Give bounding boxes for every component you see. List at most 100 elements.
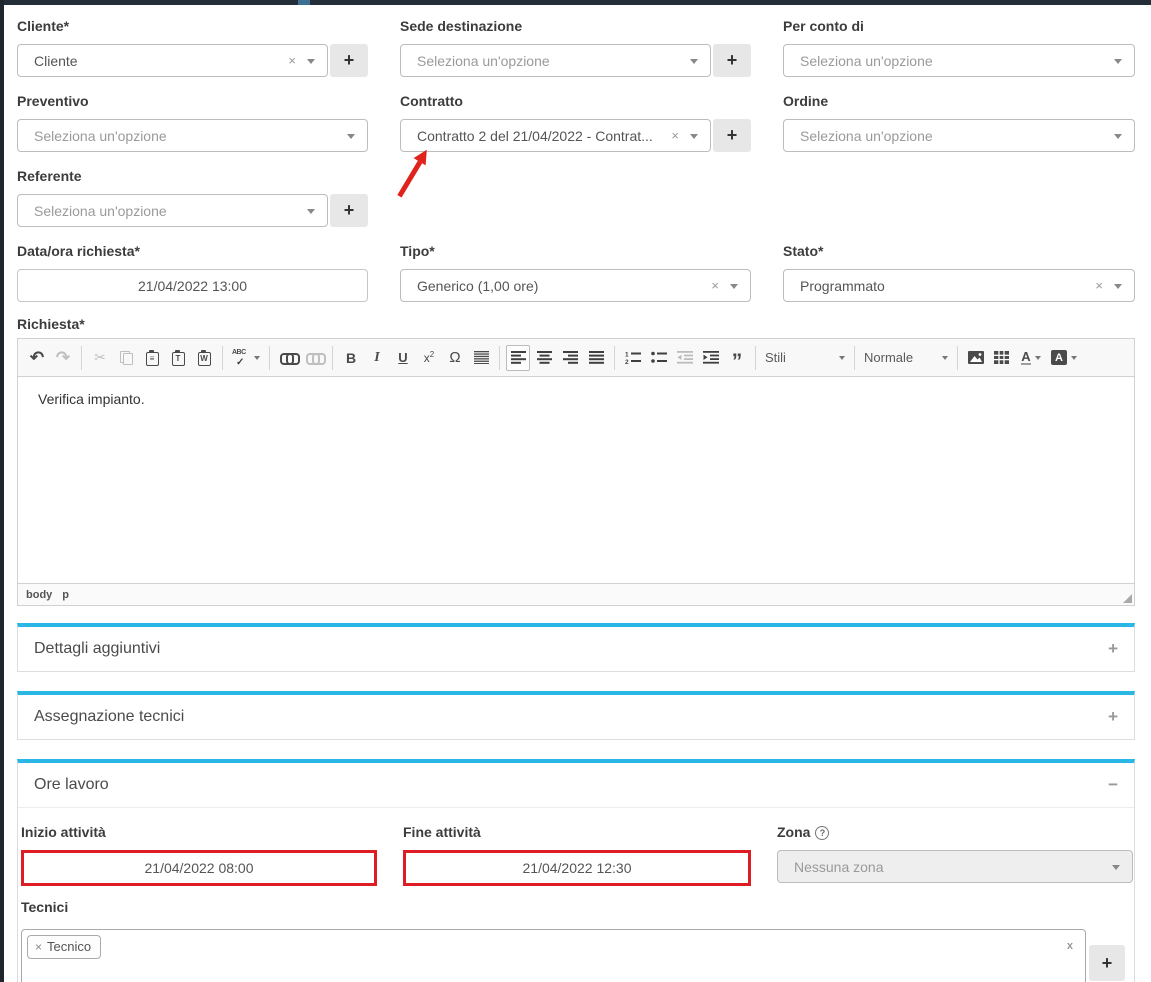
- tag-remove-icon[interactable]: ×: [35, 940, 42, 954]
- tipo-clear-icon[interactable]: ×: [711, 278, 719, 293]
- redo-button[interactable]: ↷: [51, 345, 75, 371]
- cut-button[interactable]: ✂: [88, 345, 112, 371]
- tecnici-multiselect[interactable]: × Tecnico x: [21, 929, 1086, 982]
- contratto-caret-icon[interactable]: [690, 134, 698, 139]
- paragraph-format-dropdown[interactable]: Normale: [860, 345, 952, 371]
- editor-resize-handle[interactable]: [1123, 594, 1132, 603]
- preventivo-caret-icon[interactable]: [347, 134, 355, 139]
- bold-button[interactable]: B: [339, 345, 363, 371]
- bullet-list-button[interactable]: [647, 345, 671, 371]
- referente-select[interactable]: Seleziona un'opzione: [17, 194, 328, 227]
- zona-value: Nessuna zona: [794, 859, 884, 875]
- copy-button[interactable]: [114, 345, 138, 371]
- align-center-button[interactable]: [532, 345, 556, 371]
- italic-button[interactable]: I: [365, 345, 389, 371]
- ore-lavoro-header[interactable]: Ore lavoro −: [18, 763, 1134, 807]
- sede-add-button[interactable]: +: [713, 44, 751, 77]
- chevron-down-icon: [254, 356, 260, 360]
- per-conto-di-select[interactable]: Seleziona un'opzione: [783, 44, 1135, 77]
- paste-plain-text-button[interactable]: T: [166, 345, 190, 371]
- dettagli-aggiuntivi-header[interactable]: Dettagli aggiuntivi +: [18, 627, 1134, 671]
- underline-button[interactable]: U: [391, 345, 415, 371]
- styles-dropdown-label: Stili: [765, 350, 786, 365]
- inizio-attivita-input[interactable]: 21/04/2022 08:00: [21, 850, 377, 886]
- data-ora-input[interactable]: 21/04/2022 13:00: [17, 269, 368, 302]
- cliente-select[interactable]: Cliente ×: [17, 44, 328, 77]
- insert-table-button[interactable]: [990, 345, 1014, 371]
- align-left-icon: [511, 351, 526, 364]
- assegnazione-tecnici-header[interactable]: Assegnazione tecnici +: [18, 695, 1134, 739]
- collapse-icon[interactable]: −: [1108, 775, 1118, 795]
- tipo-caret-icon[interactable]: [730, 284, 738, 289]
- zona-select[interactable]: Nessuna zona: [777, 850, 1133, 883]
- contratto-clear-icon[interactable]: ×: [671, 128, 679, 143]
- align-left-button[interactable]: [506, 345, 530, 371]
- plus-icon: +: [344, 50, 355, 70]
- per-conto-di-caret-icon[interactable]: [1114, 59, 1122, 64]
- ore-lavoro-body: Inizio attività 21/04/2022 08:00 Fine at…: [18, 808, 1134, 982]
- align-justify-button[interactable]: [584, 345, 608, 371]
- link-button[interactable]: [276, 345, 300, 371]
- insert-image-button[interactable]: [964, 345, 988, 371]
- link-icon: [280, 353, 297, 362]
- increase-indent-button[interactable]: [699, 345, 723, 371]
- undo-button[interactable]: ↶: [25, 345, 49, 371]
- stato-caret-icon[interactable]: [1114, 284, 1122, 289]
- stato-clear-icon[interactable]: ×: [1095, 278, 1103, 293]
- ordine-placeholder: Seleziona un'opzione: [800, 128, 933, 144]
- referente-caret-icon[interactable]: [307, 209, 315, 214]
- background-color-button[interactable]: A: [1048, 345, 1080, 371]
- superscript-button[interactable]: x2: [417, 345, 441, 371]
- help-icon[interactable]: ?: [815, 826, 829, 840]
- paste-text-icon: T: [172, 352, 185, 366]
- fine-attivita-input[interactable]: 21/04/2022 12:30: [403, 850, 751, 886]
- topbar-accent-notch: [298, 0, 310, 5]
- expand-icon[interactable]: +: [1108, 639, 1118, 659]
- unlink-button[interactable]: [302, 345, 326, 371]
- align-right-icon: [563, 351, 578, 364]
- horizontal-rule-button[interactable]: [469, 345, 493, 371]
- numbered-list-icon: 12: [625, 351, 641, 364]
- align-right-button[interactable]: [558, 345, 582, 371]
- decrease-indent-button[interactable]: [673, 345, 697, 371]
- paste-button[interactable]: ≡: [140, 345, 164, 371]
- styles-dropdown[interactable]: Stili: [761, 345, 849, 371]
- field-cliente: Cliente* Cliente × +: [17, 18, 368, 77]
- blockquote-button[interactable]: ”: [725, 345, 749, 371]
- plus-icon: +: [344, 200, 355, 220]
- expand-icon[interactable]: +: [1108, 707, 1118, 727]
- spellcheck-icon: ABC ✓: [232, 349, 250, 367]
- special-char-button[interactable]: Ω: [443, 345, 467, 371]
- stato-select[interactable]: Programmato ×: [783, 269, 1135, 302]
- cliente-add-button[interactable]: +: [330, 44, 368, 77]
- numbered-list-button[interactable]: 12: [621, 345, 645, 371]
- contratto-select[interactable]: Contratto 2 del 21/04/2022 - Contrat... …: [400, 119, 711, 152]
- text-color-button[interactable]: A: [1016, 345, 1046, 371]
- svg-text:2: 2: [625, 359, 629, 364]
- paste-from-word-button[interactable]: W: [192, 345, 216, 371]
- sede-caret-icon[interactable]: [690, 59, 698, 64]
- cliente-caret-icon[interactable]: [307, 59, 315, 64]
- tecnici-add-button[interactable]: +: [1089, 945, 1125, 981]
- contratto-add-button[interactable]: +: [713, 119, 751, 152]
- tecnici-clear-icon[interactable]: x: [1067, 940, 1073, 952]
- preventivo-select[interactable]: Seleziona un'opzione: [17, 119, 368, 152]
- ordine-caret-icon[interactable]: [1114, 134, 1122, 139]
- sede-label: Sede destinazione: [400, 18, 751, 35]
- preventivo-label: Preventivo: [17, 93, 368, 110]
- spellcheck-button[interactable]: ABC ✓: [229, 345, 263, 371]
- ordine-select[interactable]: Seleziona un'opzione: [783, 119, 1135, 152]
- tipo-select[interactable]: Generico (1,00 ore) ×: [400, 269, 751, 302]
- contratto-label: Contratto: [400, 93, 751, 110]
- element-path-body[interactable]: body: [26, 589, 52, 601]
- data-ora-label: Data/ora richiesta*: [17, 243, 368, 260]
- form-row-4: Data/ora richiesta* 21/04/2022 13:00 Tip…: [17, 243, 1135, 302]
- element-path-p[interactable]: p: [62, 589, 69, 601]
- referente-add-button[interactable]: +: [330, 194, 368, 227]
- editor-content-area[interactable]: Verifica impianto.: [18, 377, 1134, 583]
- tipo-value: Generico (1,00 ore): [417, 278, 538, 294]
- rich-text-editor: ↶ ↷ ✂ ≡ T W ABC ✓: [17, 338, 1135, 606]
- sede-select[interactable]: Seleziona un'opzione: [400, 44, 711, 77]
- cliente-clear-icon[interactable]: ×: [288, 53, 296, 68]
- preventivo-placeholder: Seleziona un'opzione: [34, 128, 167, 144]
